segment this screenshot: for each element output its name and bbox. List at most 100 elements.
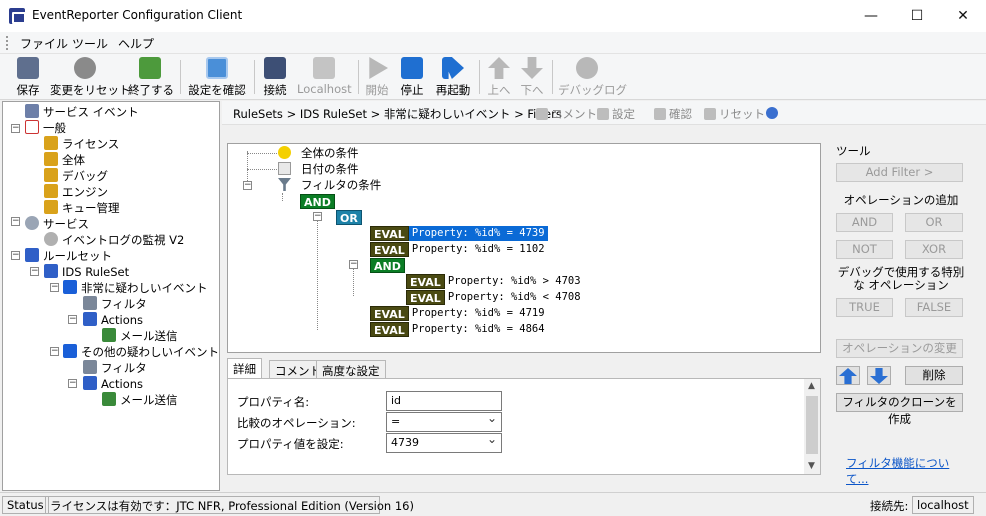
about-filters-link[interactable]: フィルタ機能について...: [846, 455, 970, 487]
services-icon: [25, 216, 39, 230]
tree-item-global[interactable]: 全体: [44, 152, 85, 168]
eval-node[interactable]: EVAL Property: %id% > 4703: [406, 274, 584, 289]
reset-label: リセット: [719, 107, 765, 121]
tree-item-rule-highly-suspicious[interactable]: 非常に疑わしいイベント: [63, 280, 208, 296]
date-conditions[interactable]: 日付の条件: [278, 162, 359, 177]
collapse-toggle[interactable]: −: [313, 212, 322, 221]
clone-filter-button[interactable]: フィルタのクローンを作成: [836, 393, 963, 426]
filter-conditions[interactable]: フィルタの条件: [278, 178, 381, 193]
collapse-toggle[interactable]: −: [30, 267, 39, 276]
reset-changes-button[interactable]: 変更をリセット: [50, 57, 131, 99]
check-button[interactable]: 確認: [654, 106, 692, 122]
tree-item-license[interactable]: ライセンス: [44, 136, 119, 152]
reset-icon: [74, 57, 96, 79]
collapse-toggle[interactable]: −: [11, 217, 20, 226]
save-button[interactable]: 保存: [14, 57, 42, 99]
collapse-toggle[interactable]: −: [68, 315, 77, 324]
calendar-icon: [278, 162, 291, 175]
tree-label: Actions: [101, 313, 144, 327]
compare-operation-select[interactable]: =: [386, 411, 502, 432]
scroll-up-icon[interactable]: ▲: [808, 381, 815, 391]
collapse-toggle[interactable]: −: [50, 283, 59, 292]
menu-tools[interactable]: ツール: [72, 35, 108, 52]
eval-node[interactable]: EVAL Property: %id% = 4864: [370, 322, 548, 337]
tree-item-actions[interactable]: Actions: [83, 312, 143, 328]
eval-node[interactable]: EVAL Property: %id% = 4719: [370, 306, 548, 321]
stop-button[interactable]: 停止: [399, 57, 425, 99]
collapse-toggle[interactable]: −: [243, 181, 252, 190]
global-conditions[interactable]: 全体の条件: [278, 146, 359, 161]
move-up-button[interactable]: 上へ: [486, 57, 512, 99]
tree-item-ids-ruleset[interactable]: IDS RuleSet: [44, 264, 129, 280]
tree-item-send-mail[interactable]: メール送信: [102, 328, 178, 344]
collapse-toggle[interactable]: −: [11, 124, 20, 133]
eval-node[interactable]: EVAL Property: %id% = 4739: [370, 226, 548, 241]
maximize-button[interactable]: ☐: [894, 0, 940, 32]
property-name-field[interactable]: id: [386, 391, 502, 411]
eval-node[interactable]: EVAL Property: %id% = 1102: [370, 242, 548, 257]
delete-button[interactable]: 削除: [905, 366, 963, 385]
tree-item-eventlog-monitor[interactable]: イベントログの監視 V2: [44, 232, 184, 248]
menu-help[interactable]: ヘルプ: [118, 35, 154, 52]
close-button[interactable]: ✕: [940, 0, 986, 32]
exit-button[interactable]: 終了する: [128, 57, 174, 99]
eval-node[interactable]: EVAL Property: %id% < 4708: [406, 290, 584, 305]
settings-icon: [597, 108, 609, 120]
settings-button[interactable]: 設定: [597, 106, 635, 122]
collapse-toggle[interactable]: −: [50, 347, 59, 356]
tree-item-general[interactable]: 一般: [25, 120, 66, 136]
false-button[interactable]: FALSE: [905, 298, 963, 317]
and-button[interactable]: AND: [836, 213, 893, 232]
detail-scrollbar[interactable]: ▲ ▼: [804, 379, 820, 474]
tree-item-filter[interactable]: フィルタ: [83, 296, 147, 312]
tree-item-service-events[interactable]: サービス イベント: [25, 104, 139, 120]
check-label: 確認: [669, 107, 692, 121]
window-title: EventReporter Configuration Client: [32, 8, 243, 22]
restart-button[interactable]: 再起動: [434, 57, 472, 99]
tree-item-debug[interactable]: デバッグ: [44, 168, 108, 184]
move-up-small-button[interactable]: [836, 366, 860, 385]
debug-log-button[interactable]: デバッグログ: [558, 57, 627, 99]
change-operation-button[interactable]: オペレーションの変更: [836, 339, 963, 358]
collapse-toggle[interactable]: −: [349, 260, 358, 269]
localhost-button[interactable]: Localhost: [297, 57, 352, 99]
tree-item-services[interactable]: サービス: [25, 216, 89, 232]
reset-button[interactable]: リセット: [704, 106, 765, 122]
verify-config-button[interactable]: 設定を確認: [188, 57, 246, 99]
tree-item-engine[interactable]: エンジン: [44, 184, 108, 200]
comment-button[interactable]: コメント: [536, 106, 597, 122]
or-node[interactable]: OR: [336, 210, 362, 225]
status-bar: Status ライセンスは有効です：JTC NFR, Professional …: [0, 492, 986, 516]
scroll-down-icon[interactable]: ▼: [808, 461, 815, 471]
or-button[interactable]: OR: [905, 213, 963, 232]
tree-item-rule-other-suspicious[interactable]: その他の疑わしいイベント: [63, 344, 219, 360]
add-filter-button[interactable]: Add Filter >: [836, 163, 963, 182]
collapse-toggle[interactable]: −: [68, 379, 77, 388]
and-node[interactable]: AND: [370, 258, 405, 273]
property-value-select[interactable]: 4739: [386, 432, 502, 453]
menu-file[interactable]: ファイル: [20, 35, 68, 52]
move-down-button[interactable]: 下へ: [519, 57, 545, 99]
tree-item-actions[interactable]: Actions: [83, 376, 143, 392]
tree-item-queue[interactable]: キュー管理: [44, 200, 120, 216]
tree-item-send-mail[interactable]: メール送信: [102, 392, 178, 408]
content-header: RuleSets > IDS RuleSet > 非常に疑わしいイベント > F…: [222, 101, 986, 125]
and-node-root[interactable]: AND: [300, 194, 335, 209]
collapse-toggle[interactable]: −: [11, 251, 20, 260]
tree-item-filter[interactable]: フィルタ: [83, 360, 147, 376]
connect-button[interactable]: 接続: [262, 57, 288, 99]
tree-item-rulesets[interactable]: ルールセット: [25, 248, 112, 264]
tab-details[interactable]: 詳細: [227, 358, 262, 378]
property-value-label: プロパティ値を設定:: [237, 437, 344, 451]
move-down-small-button[interactable]: [867, 366, 891, 385]
start-button[interactable]: 開始: [364, 57, 390, 99]
help-button[interactable]: [766, 106, 781, 120]
true-button[interactable]: TRUE: [836, 298, 893, 317]
tab-advanced[interactable]: 高度な設定: [316, 360, 386, 378]
xor-button[interactable]: XOR: [905, 240, 963, 259]
not-button[interactable]: NOT: [836, 240, 893, 259]
minimize-button[interactable]: —: [848, 0, 894, 32]
tree-label: フィルタ: [101, 297, 147, 311]
scroll-thumb[interactable]: [806, 396, 818, 454]
eval-condition: Property: %id% < 4708: [447, 291, 581, 303]
